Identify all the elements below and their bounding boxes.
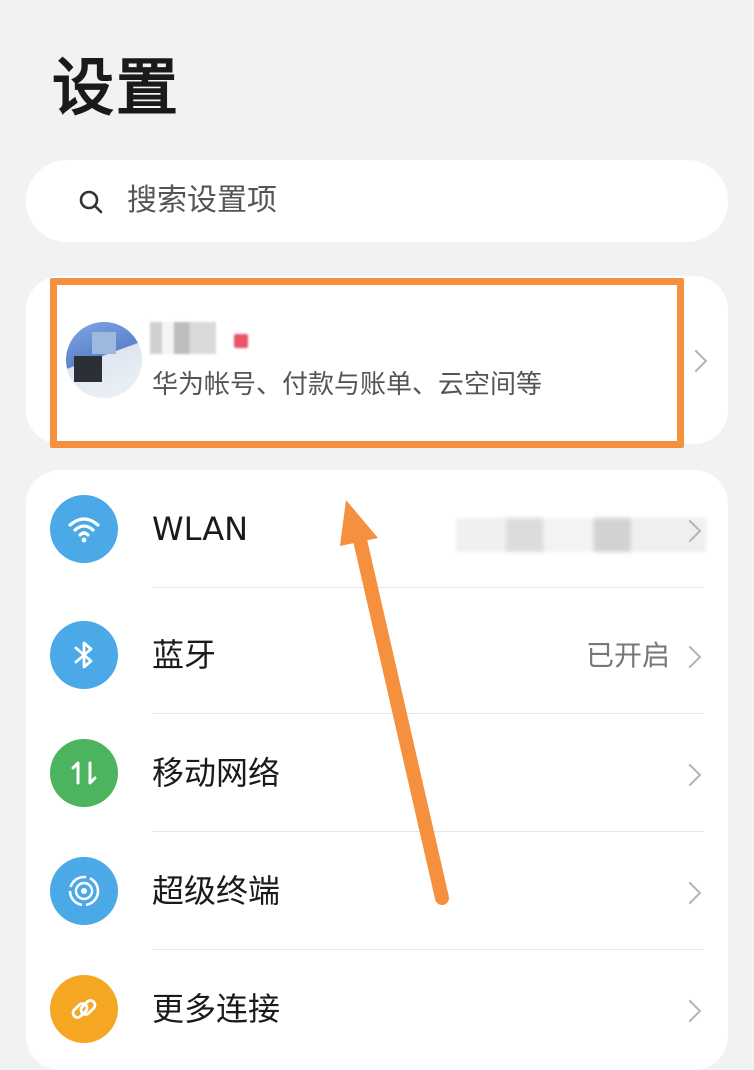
annotation-arrow (340, 500, 449, 905)
